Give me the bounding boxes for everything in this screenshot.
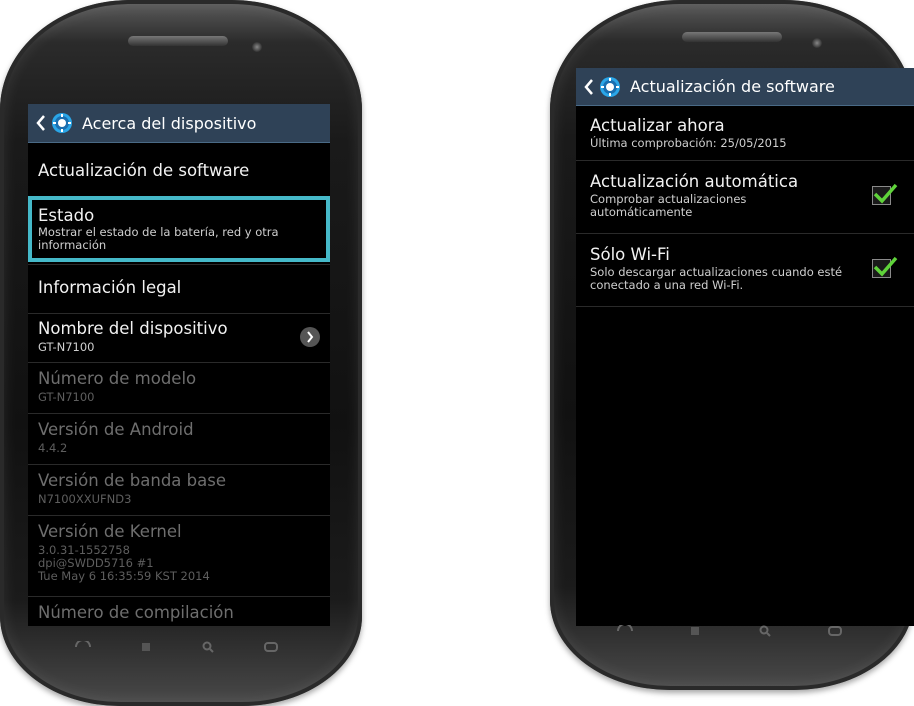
- left-action-bar: Acerca del dispositivo: [28, 104, 330, 143]
- list-item-subtitle: N7100XXUFND3: [38, 492, 132, 506]
- list-item-subtitle: GT-N7100: [38, 340, 95, 354]
- list-item-kernel-version: Versión de Kernel 3.0.31-1552758 dpi@SWD…: [28, 517, 330, 597]
- settings-gear-icon: [598, 75, 622, 99]
- kernel-line-3: Tue May 6 16:35:59 KST 2014: [38, 569, 210, 583]
- left-header-title: Acerca del dispositivo: [82, 113, 257, 133]
- right-hardware-keys: [590, 604, 870, 658]
- list-item-title: Actualización automática: [590, 172, 799, 191]
- back-key-icon[interactable]: [614, 625, 636, 637]
- list-item-model-number: Número de modelo GT-N7100: [28, 364, 330, 414]
- list-item-title: Versión de Kernel: [38, 522, 182, 541]
- list-item-android-version: Versión de Android 4.4.2: [28, 415, 330, 465]
- list-item-title: Versión de Android: [38, 420, 194, 439]
- list-item-title: Versión de banda base: [38, 471, 226, 490]
- front-camera: [812, 38, 822, 48]
- menu-key-icon[interactable]: [684, 625, 706, 637]
- list-item-subtitle: GT-N7100: [38, 390, 95, 404]
- list-item-title: Actualización de software: [38, 161, 250, 180]
- search-key-icon[interactable]: [754, 625, 776, 637]
- checkmark-icon: [873, 256, 898, 277]
- right-header-title: Actualización de software: [630, 77, 835, 96]
- list-item-device-name[interactable]: Nombre del dispositivo GT-N7100: [28, 315, 330, 363]
- list-item-title: Nombre del dispositivo: [38, 319, 228, 338]
- back-chevron-icon[interactable]: [582, 77, 596, 97]
- checkmark-icon: [873, 183, 898, 204]
- left-screen: Acerca del dispositivo Actualización de …: [28, 104, 330, 626]
- list-item-baseband-version: Versión de banda base N7100XXUFND3: [28, 466, 330, 516]
- earpiece-speaker: [682, 32, 782, 42]
- back-key-icon[interactable]: [72, 641, 94, 653]
- list-item-subtitle: Comprobar actualizaciones automáticament…: [590, 192, 747, 219]
- list-item-software-update[interactable]: Actualización de software: [28, 144, 330, 198]
- selection-highlight: [28, 196, 330, 262]
- list-item-subtitle: 4.4.2: [38, 441, 68, 455]
- list-item-title: Número de modelo: [38, 369, 197, 388]
- earpiece-speaker: [128, 36, 228, 46]
- left-hardware-keys: [52, 620, 302, 674]
- list-item-title: Actualizar ahora: [590, 116, 725, 135]
- home-key-icon[interactable]: [824, 625, 846, 637]
- right-phone-frame: Actualización de software Actualizar aho…: [550, 0, 914, 690]
- list-item-subtitle: Última comprobación: 25/05/2015: [590, 136, 787, 150]
- list-item-subtitle: Solo descargar actualizaciones cuando es…: [590, 265, 843, 292]
- front-camera: [252, 42, 262, 52]
- auto-update-checkbox[interactable]: [872, 183, 898, 205]
- list-item-title: Sólo Wi-Fi: [590, 245, 670, 264]
- home-key-icon[interactable]: [260, 641, 282, 653]
- left-phone-frame: Acerca del dispositivo Actualización de …: [0, 0, 362, 706]
- settings-gear-icon: [50, 111, 74, 135]
- list-item-legal[interactable]: Información legal: [28, 266, 330, 314]
- list-item-update-now[interactable]: Actualizar ahora Última comprobación: 25…: [576, 106, 914, 161]
- back-chevron-icon[interactable]: [34, 113, 48, 133]
- chevron-right-icon[interactable]: [300, 327, 320, 347]
- right-screen: Actualización de software Actualizar aho…: [576, 68, 914, 626]
- right-action-bar: Actualización de software: [576, 68, 914, 106]
- search-key-icon[interactable]: [197, 641, 219, 653]
- list-item-wifi-only[interactable]: Sólo Wi-Fi Solo descargar actualizacione…: [576, 235, 914, 307]
- wifi-only-checkbox[interactable]: [872, 256, 898, 278]
- list-item-auto-update[interactable]: Actualización automática Comprobar actua…: [576, 162, 914, 234]
- menu-key-icon[interactable]: [135, 641, 157, 653]
- list-item-title: Información legal: [38, 278, 182, 297]
